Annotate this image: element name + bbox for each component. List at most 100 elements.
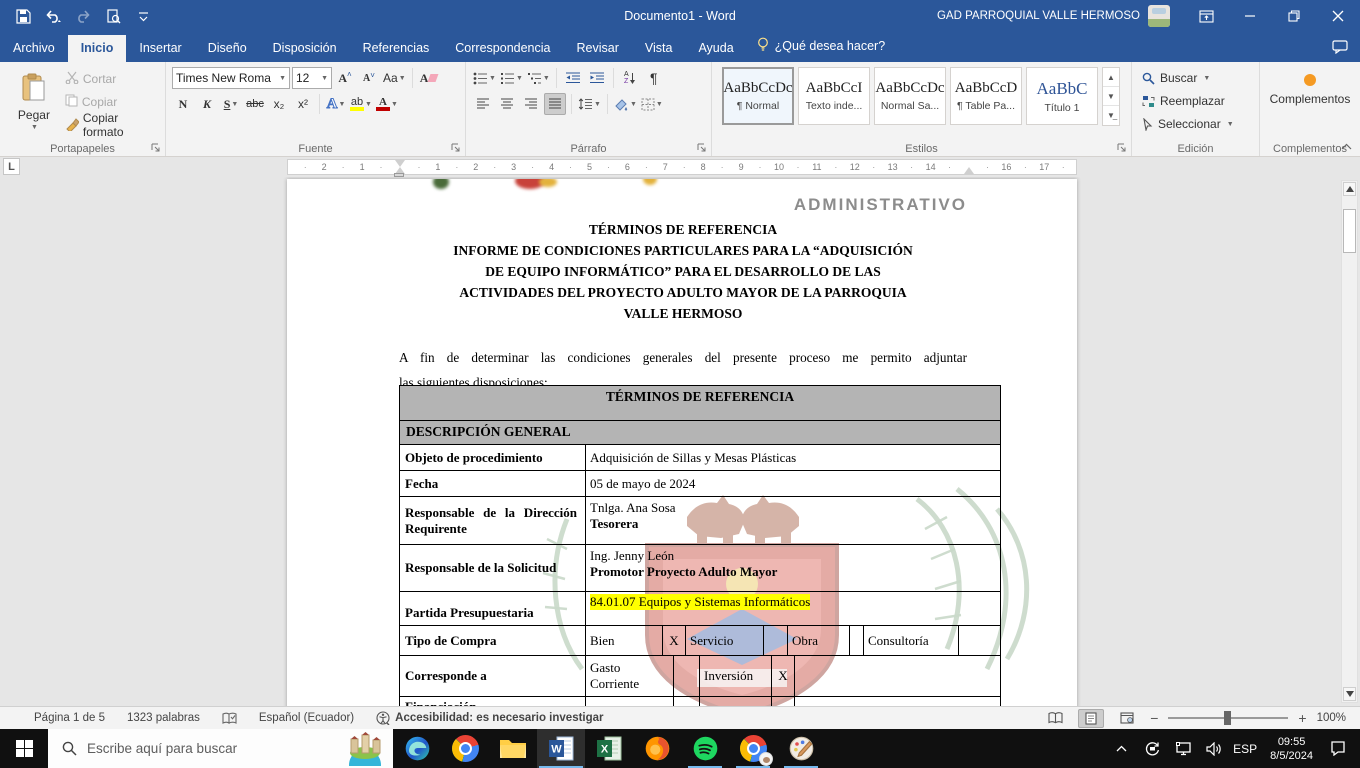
accessibility-status[interactable]: Accesibilidad: es necesario investigar: [376, 711, 603, 725]
minimize-icon[interactable]: [1228, 0, 1272, 32]
show-marks-button[interactable]: ¶: [643, 67, 665, 89]
language-indicator[interactable]: Español (Ecuador): [259, 712, 354, 724]
style-table-paragraph[interactable]: AaBbCcD ¶ Table Pa...: [950, 67, 1022, 125]
taskbar-firefox-icon[interactable]: [633, 729, 681, 768]
scroll-up-icon[interactable]: [1343, 182, 1356, 196]
zoom-out-button[interactable]: −: [1150, 710, 1158, 726]
feedback-icon[interactable]: [1332, 40, 1348, 57]
ribbon-display-options-icon[interactable]: [1184, 0, 1228, 32]
italic-button[interactable]: K: [196, 93, 218, 115]
restore-icon[interactable]: [1272, 0, 1316, 32]
font-dialog-launcher-icon[interactable]: [449, 141, 462, 154]
grow-font-button[interactable]: A˄: [334, 67, 356, 89]
zoom-level[interactable]: 100%: [1317, 712, 1346, 724]
tab-ayuda[interactable]: Ayuda: [685, 35, 746, 62]
taskbar-edge-icon[interactable]: [393, 729, 441, 768]
taskbar-file-explorer-icon[interactable]: [489, 729, 537, 768]
clipboard-dialog-launcher-icon[interactable]: [149, 141, 162, 154]
print-layout-icon[interactable]: [1078, 709, 1104, 728]
increase-indent-button[interactable]: [586, 67, 608, 89]
vertical-scrollbar[interactable]: [1341, 180, 1358, 703]
taskbar-chrome-profile-icon[interactable]: [729, 729, 777, 768]
styles-scroll-down-icon[interactable]: ▼: [1103, 87, 1119, 106]
collapse-ribbon-icon[interactable]: [1341, 142, 1352, 153]
first-line-indent-marker[interactable]: [395, 160, 405, 167]
change-case-button[interactable]: Aa▼: [382, 67, 407, 89]
select-button[interactable]: Seleccionar ▼: [1138, 113, 1253, 135]
format-painter-button[interactable]: Copiar formato: [62, 115, 165, 135]
tab-diseno[interactable]: Diseño: [195, 35, 260, 62]
print-preview-icon[interactable]: [100, 4, 126, 28]
bold-button[interactable]: N: [172, 93, 194, 115]
proofing-icon[interactable]: [222, 712, 237, 725]
justify-button[interactable]: [544, 93, 566, 115]
superscript-button[interactable]: x²: [292, 93, 314, 115]
scrollbar-thumb[interactable]: [1343, 209, 1356, 253]
find-button[interactable]: Buscar ▼: [1138, 67, 1253, 89]
replace-button[interactable]: Reemplazar: [1138, 90, 1253, 112]
styles-scroll-up-icon[interactable]: ▲: [1103, 68, 1119, 87]
align-left-button[interactable]: [472, 93, 494, 115]
undo-icon[interactable]: [40, 4, 66, 28]
taskbar-chrome-icon[interactable]: [441, 729, 489, 768]
tab-inicio[interactable]: Inicio: [68, 35, 127, 62]
start-button[interactable]: [0, 729, 48, 768]
shrink-font-button[interactable]: A˅: [358, 67, 380, 89]
taskbar-search-input[interactable]: Escribe aquí para buscar: [48, 729, 393, 768]
line-spacing-button[interactable]: ▼: [577, 93, 602, 115]
tray-network-icon[interactable]: [1171, 734, 1195, 764]
tell-me-box[interactable]: ¿Qué desea hacer?: [747, 31, 896, 62]
addins-button[interactable]: Complementos: [1260, 62, 1360, 106]
numbering-button[interactable]: ▼: [499, 67, 524, 89]
save-icon[interactable]: [10, 4, 36, 28]
styles-dialog-launcher-icon[interactable]: [1115, 141, 1128, 154]
close-icon[interactable]: [1316, 0, 1360, 32]
sort-button[interactable]: AZ: [619, 67, 641, 89]
strikethrough-button[interactable]: abc: [244, 93, 266, 115]
bullets-button[interactable]: ▼: [472, 67, 497, 89]
taskbar-excel-icon[interactable]: X: [585, 729, 633, 768]
taskbar-paint-icon[interactable]: [777, 729, 825, 768]
tray-language[interactable]: ESP: [1233, 742, 1257, 756]
avatar[interactable]: [1148, 5, 1170, 27]
read-mode-icon[interactable]: [1042, 709, 1068, 728]
tab-vista[interactable]: Vista: [632, 35, 686, 62]
taskbar-word-icon[interactable]: W: [537, 729, 585, 768]
cut-button[interactable]: Cortar: [62, 69, 165, 89]
right-indent-marker[interactable]: [964, 167, 974, 174]
styles-more-icon[interactable]: ▼̲: [1103, 106, 1119, 125]
tab-revisar[interactable]: Revisar: [563, 35, 631, 62]
tab-disposicion[interactable]: Disposición: [260, 35, 350, 62]
copy-button[interactable]: Copiar: [62, 92, 165, 112]
taskbar-spotify-icon[interactable]: [681, 729, 729, 768]
word-count[interactable]: 1323 palabras: [127, 712, 200, 724]
underline-button[interactable]: S▼: [220, 93, 242, 115]
tray-chevron-icon[interactable]: [1109, 734, 1133, 764]
highlight-button[interactable]: ab ▼: [349, 93, 373, 115]
page-indicator[interactable]: Página 1 de 5: [34, 712, 105, 724]
zoom-slider[interactable]: [1168, 717, 1288, 719]
align-right-button[interactable]: [520, 93, 542, 115]
scroll-down-icon[interactable]: [1343, 687, 1356, 701]
ruler[interactable]: 2112345678910111213141617···············…: [287, 159, 1077, 175]
clear-formatting-button[interactable]: A: [418, 67, 440, 89]
zoom-in-button[interactable]: +: [1298, 710, 1306, 726]
zoom-slider-handle[interactable]: [1224, 711, 1231, 725]
align-center-button[interactable]: [496, 93, 518, 115]
font-color-button[interactable]: A ▼: [375, 93, 399, 115]
style-titulo-1[interactable]: AaBbC Título 1: [1026, 67, 1098, 125]
style-normal[interactable]: AaBbCcDc ¶ Normal: [722, 67, 794, 125]
web-layout-icon[interactable]: [1114, 709, 1140, 728]
tab-stop-selector[interactable]: L: [3, 158, 20, 175]
tab-insertar[interactable]: Insertar: [126, 35, 194, 62]
tray-volume-icon[interactable]: [1202, 734, 1226, 764]
subscript-button[interactable]: x₂: [268, 93, 290, 115]
paste-button[interactable]: Pegar ▼: [8, 66, 60, 138]
tab-correspondencia[interactable]: Correspondencia: [442, 35, 563, 62]
account-name[interactable]: GAD PARROQUIAL VALLE HERMOSO: [937, 10, 1140, 22]
document-canvas[interactable]: ADMINISTRATIVO TÉRMINOS DE REFERENCIA IN…: [0, 177, 1360, 706]
style-normal-sangria[interactable]: AaBbCcDc Normal Sa...: [874, 67, 946, 125]
borders-button[interactable]: ▼: [640, 93, 664, 115]
page[interactable]: ADMINISTRATIVO TÉRMINOS DE REFERENCIA IN…: [287, 179, 1077, 706]
tray-sync-icon[interactable]: [1140, 734, 1164, 764]
